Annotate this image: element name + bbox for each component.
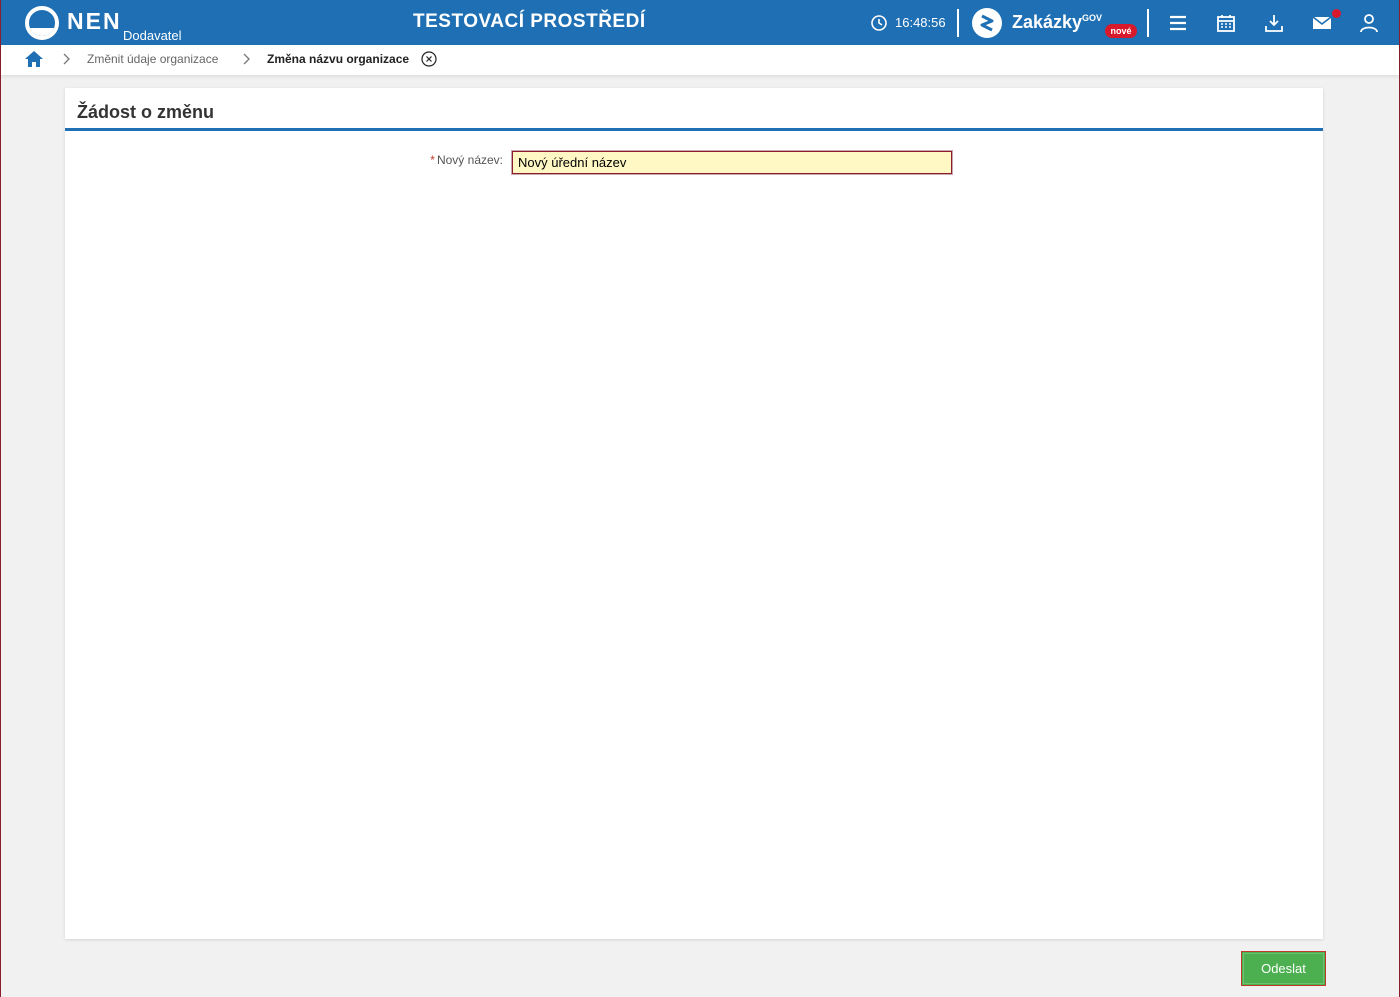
breadcrumb-item-current: Změna názvu organizace <box>267 52 410 66</box>
chevron-right-icon <box>243 53 250 65</box>
panel-header: Žádost o změnu <box>65 88 1323 131</box>
required-marker: * <box>430 153 435 167</box>
request-panel: Žádost o změnu * Nový název: <box>65 88 1323 939</box>
header-separator <box>1147 9 1149 37</box>
chevron-right-icon <box>63 53 70 65</box>
download-icon[interactable] <box>1264 13 1284 33</box>
menu-icon[interactable] <box>1168 13 1188 33</box>
breadcrumb-item-change-org-data[interactable]: Změnit údaje organizace <box>87 52 218 66</box>
session-clock: 16:48:56 <box>895 15 946 30</box>
home-icon[interactable] <box>24 50 44 68</box>
new-badge: nové <box>1105 24 1137 38</box>
submit-button[interactable]: Odeslat <box>1241 951 1326 986</box>
mail-notification-dot <box>1332 9 1341 18</box>
clock-icon <box>871 15 887 31</box>
panel-title: Žádost o změnu <box>77 102 215 122</box>
calendar-icon[interactable] <box>1216 13 1236 33</box>
zakazky-logo-icon[interactable] <box>971 7 1003 39</box>
new-name-input[interactable] <box>511 150 953 175</box>
close-icon[interactable] <box>421 51 437 67</box>
breadcrumb: Změnit údaje organizace Změna názvu orga… <box>1 45 1399 75</box>
new-name-label: * Nový název: <box>430 153 503 167</box>
zakazky-gov-label: GOV <box>1082 13 1103 23</box>
logo-text[interactable]: NEN <box>67 8 122 35</box>
header-separator <box>957 9 959 37</box>
zakazky-link[interactable]: Zakázky <box>1012 12 1082 33</box>
nen-logo-icon[interactable] <box>25 6 59 40</box>
logo-subtitle: Dodavatel <box>123 28 182 43</box>
environment-title: TESTOVACÍ PROSTŘEDÍ <box>413 11 646 32</box>
new-name-label-text: Nový název: <box>436 153 503 167</box>
user-icon[interactable] <box>1359 13 1379 33</box>
top-bar: NEN Dodavatel TESTOVACÍ PROSTŘEDÍ 16:48:… <box>1 0 1399 45</box>
mail-icon[interactable] <box>1312 13 1332 33</box>
